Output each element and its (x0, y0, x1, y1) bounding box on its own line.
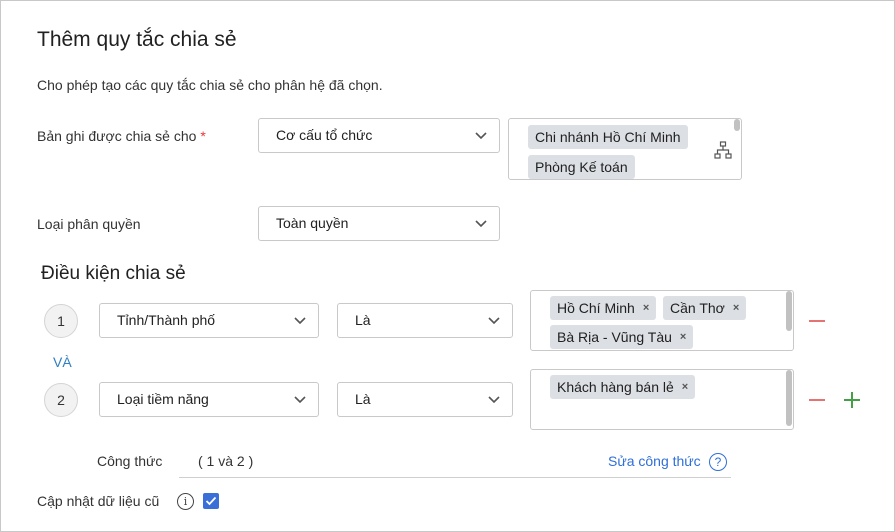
chevron-down-icon (475, 132, 487, 140)
required-mark: * (200, 128, 206, 144)
permission-type-select-value: Toàn quyền (276, 214, 349, 231)
info-icon[interactable]: i (177, 493, 194, 510)
help-icon[interactable]: ? (709, 453, 727, 471)
shared-records-label-text: Bản ghi được chia sẻ cho (37, 128, 197, 144)
tag-khach-hang-ban-le: Khách hàng bán lẻ × (550, 375, 696, 399)
add-condition-button[interactable] (844, 392, 860, 408)
condition-1-field-select[interactable]: Tỉnh/Thành phố (99, 303, 319, 338)
condition-2-field-select[interactable]: Loại tiềm năng (99, 382, 319, 417)
tag-label: Cần Thơ (670, 300, 725, 316)
dialog-description: Cho phép tạo các quy tắc chia sẻ cho phâ… (37, 77, 383, 93)
chevron-down-icon (294, 396, 306, 404)
tag-label: Chi nhánh Hồ Chí Minh (535, 129, 681, 145)
permission-type-select[interactable]: Toàn quyền (258, 206, 500, 241)
org-chart-icon[interactable] (714, 141, 732, 159)
tag-label: Phòng Kế toán (535, 159, 628, 175)
condition-index-2: 2 (44, 383, 78, 417)
condition-2-field-value: Loại tiềm năng (117, 390, 209, 407)
update-old-data-label: Cập nhật dữ liệu cũ (37, 493, 160, 509)
condition-index-1: 1 (44, 304, 78, 338)
condition-1-operator-select[interactable]: Là (337, 303, 513, 338)
conditions-heading: Điều kiện chia sẻ (41, 263, 186, 284)
tag-label: Bà Rịa - Vũng Tàu (557, 329, 672, 345)
condition-2-values-box[interactable]: Khách hàng bán lẻ × (530, 369, 794, 430)
chevron-down-icon (488, 396, 500, 404)
tag-label: Hồ Chí Minh (557, 300, 635, 316)
condition-1-values-box[interactable]: Hồ Chí Minh × Cần Thơ × Bà Rịa - Vũng Tàu × (530, 290, 794, 351)
remove-condition-1-button[interactable] (809, 320, 825, 322)
update-old-data-checkbox[interactable] (203, 493, 219, 509)
checkmark-icon (205, 496, 217, 506)
chevron-down-icon (488, 317, 500, 325)
formula-label: Công thức (97, 453, 163, 469)
chevron-down-icon (294, 317, 306, 325)
shared-records-label: Bản ghi được chia sẻ cho * (37, 128, 206, 144)
permission-type-label: Loại phân quyền (37, 216, 141, 232)
remove-tag-icon[interactable]: × (682, 381, 688, 393)
condition-2-operator-value: Là (355, 390, 371, 407)
remove-condition-2-button[interactable] (809, 399, 825, 401)
formula-underline (179, 477, 731, 478)
values-scrollbar[interactable] (786, 370, 792, 426)
formula-value: ( 1 và 2 ) (198, 453, 254, 469)
condition-2-operator-select[interactable]: Là (337, 382, 513, 417)
condition-1-field-value: Tỉnh/Thành phố (117, 311, 216, 328)
edit-formula-link[interactable]: Sửa công thức (608, 453, 701, 469)
tagbox-scrollbar[interactable] (734, 119, 740, 131)
tag-ho-chi-minh: Hồ Chí Minh × (550, 296, 657, 320)
remove-tag-icon[interactable]: × (643, 302, 649, 314)
condition-connector: VÀ (53, 354, 72, 370)
tag-ba-ria-vung-tau: Bà Rịa - Vũng Tàu × (550, 325, 694, 349)
remove-tag-icon[interactable]: × (733, 302, 739, 314)
remove-tag-icon[interactable]: × (680, 331, 686, 343)
condition-1-operator-value: Là (355, 311, 371, 328)
tag-chi-nhanh: Chi nhánh Hồ Chí Minh (528, 125, 688, 149)
values-scrollbar[interactable] (786, 291, 792, 331)
tag-phong-ke-toan: Phòng Kế toán (528, 155, 635, 179)
share-rule-dialog: Thêm quy tắc chia sẻ Cho phép tạo các qu… (0, 0, 895, 532)
shared-records-select-value: Cơ cấu tổ chức (276, 126, 373, 143)
shared-records-select[interactable]: Cơ cấu tổ chức (258, 118, 500, 153)
dialog-title: Thêm quy tắc chia sẻ (37, 28, 237, 51)
chevron-down-icon (475, 220, 487, 228)
tag-label: Khách hàng bán lẻ (557, 379, 674, 395)
shared-records-tagbox[interactable]: Chi nhánh Hồ Chí Minh Phòng Kế toán (508, 118, 742, 180)
tag-can-tho: Cần Thơ × (663, 296, 747, 320)
